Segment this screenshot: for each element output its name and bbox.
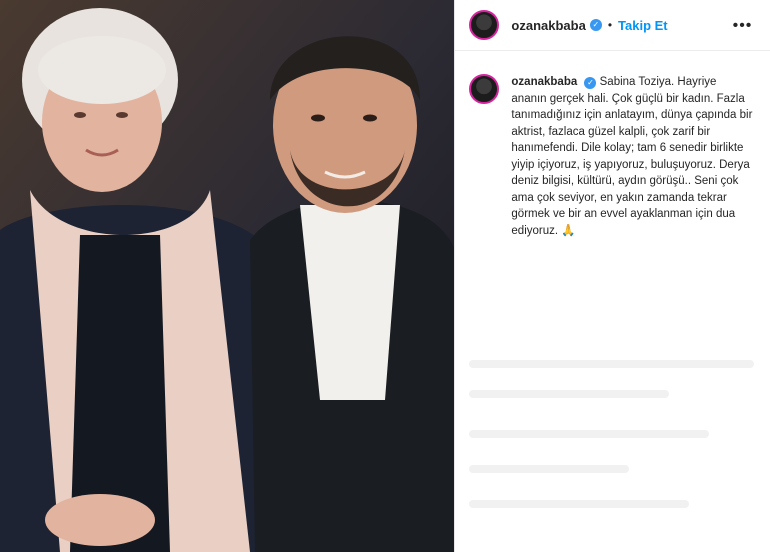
caption-avatar[interactable] (469, 74, 500, 104)
caption-text: Sabina Toziya. Hayriye ananın gerçek hal… (511, 76, 753, 237)
faded-placeholder-line (469, 430, 710, 438)
post-photo-illustration (0, 0, 455, 552)
faded-placeholder-line (469, 360, 755, 368)
follow-button[interactable]: Takip Et (618, 18, 668, 33)
post-header: ozanakbaba ✓ • Takip Et ••• (455, 0, 770, 51)
header-username[interactable]: ozanakbaba (511, 18, 585, 33)
faded-placeholder-line (469, 390, 670, 398)
caption-text-block: ozanakbaba ✓ Sabina Toziya. Hayriye anan… (511, 74, 754, 239)
faded-placeholder-line (469, 465, 630, 473)
caption-username[interactable]: ozanakbaba (511, 76, 577, 88)
verified-badge-icon: ✓ (589, 19, 602, 31)
faded-placeholder-line (469, 500, 690, 508)
separator-dot: • (607, 18, 613, 32)
post-side-panel: ozanakbaba ✓ • Takip Et ••• ozanakbaba ✓… (454, 0, 770, 552)
caption: ozanakbaba ✓ Sabina Toziya. Hayriye anan… (469, 74, 754, 239)
avatar[interactable] (469, 10, 500, 40)
more-options-icon[interactable]: ••• (733, 17, 753, 35)
post-photo[interactable] (0, 0, 455, 552)
verified-badge-icon: ✓ (584, 77, 597, 89)
instagram-post: ozanakbaba ✓ • Takip Et ••• ozanakbaba ✓… (0, 0, 770, 552)
